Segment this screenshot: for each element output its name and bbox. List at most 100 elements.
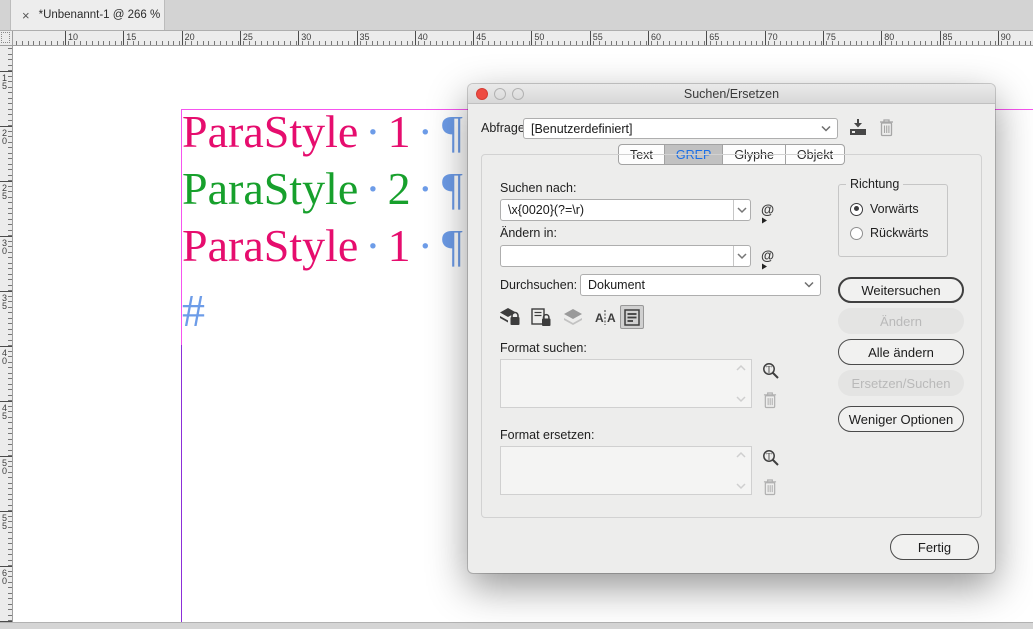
- scope-dropdown[interactable]: Dokument: [580, 274, 821, 296]
- specify-find-format-button[interactable]: T: [761, 361, 781, 381]
- paragraph-text: ParaStyle: [182, 220, 359, 271]
- paragraph-line-3[interactable]: ParaStyle · 1 · ¶: [182, 217, 463, 274]
- ruler-label: 60: [651, 32, 662, 42]
- hidden-layers-icon: [564, 309, 582, 325]
- vertical-ruler[interactable]: 15 20 25 30 35 40 45 50 55 60: [0, 46, 13, 629]
- flyout-triangle-icon: [762, 217, 767, 224]
- paragraph-line-1[interactable]: ParaStyle · 1 · ¶: [182, 103, 463, 160]
- ruler-label: 35: [359, 32, 370, 42]
- ruler-label: 10: [68, 32, 79, 42]
- format-find-label: Format suchen:: [500, 341, 587, 355]
- trash-icon: [880, 118, 893, 136]
- ruler-label: 25: [2, 183, 8, 201]
- ruler-label: 55: [2, 513, 8, 531]
- ruler-label: 45: [2, 403, 8, 421]
- format-change-box[interactable]: [500, 446, 752, 495]
- find-special-chars-button[interactable]: @: [761, 202, 774, 224]
- include-locked-stories-toggle[interactable]: [529, 305, 553, 329]
- close-tab-icon[interactable]: ×: [22, 9, 30, 22]
- ruler-label: 20: [2, 128, 8, 146]
- include-hidden-layers-toggle[interactable]: [561, 305, 585, 329]
- fewer-options-button[interactable]: Weniger Optionen: [838, 406, 964, 432]
- ruler-label: 25: [242, 32, 253, 42]
- scope-value: Dokument: [588, 278, 645, 292]
- format-magnifier-icon: T: [763, 450, 779, 466]
- ruler-label: 35: [2, 293, 8, 311]
- query-dropdown[interactable]: [Benutzerdefiniert]: [523, 118, 838, 139]
- document-tab-bar: × *Unbenannt-1 @ 266 %: [0, 0, 1033, 31]
- save-query-button[interactable]: [847, 117, 869, 137]
- change-button: Ändern: [838, 308, 964, 334]
- change-history-button[interactable]: [733, 246, 750, 266]
- direction-group: Richtung Vorwärts Rückwärts: [838, 177, 948, 257]
- space-marker: ·: [417, 220, 433, 271]
- paragraph-number: 1: [387, 106, 411, 157]
- pilcrow-marker: ¶: [441, 106, 463, 157]
- paragraph-number: 1: [387, 220, 411, 271]
- text-frame[interactable]: ParaStyle · 1 · ¶ ParaStyle · 2 · ¶ ParaStyle · 1 ·…: [182, 103, 463, 274]
- radio-selected-icon[interactable]: [850, 202, 863, 216]
- ruler-label: 70: [767, 32, 778, 42]
- paragraph-text: ParaStyle: [182, 163, 359, 214]
- svg-text:A: A: [607, 311, 616, 325]
- zoom-window-button[interactable]: [512, 88, 524, 100]
- direction-forward-label: Vorwärts: [870, 202, 919, 216]
- change-find-button: Ersetzen/Suchen: [838, 370, 964, 396]
- radio-unselected-icon[interactable]: [850, 226, 863, 240]
- change-special-chars-button[interactable]: @: [761, 248, 774, 270]
- space-marker: ·: [365, 106, 381, 157]
- query-label: Abfrage:: [481, 121, 529, 135]
- clear-change-format-button: [762, 477, 778, 497]
- pilcrow-marker: ¶: [441, 163, 463, 214]
- change-input[interactable]: [500, 245, 751, 267]
- include-footnotes-toggle[interactable]: [620, 305, 644, 329]
- chevron-down-icon: [736, 396, 746, 403]
- ruler-label: 30: [2, 238, 8, 256]
- find-history-button[interactable]: [733, 200, 750, 220]
- document-tab[interactable]: × *Unbenannt-1 @ 266 %: [10, 0, 165, 30]
- dialog-titlebar[interactable]: Suchen/Ersetzen: [468, 84, 995, 104]
- save-query-icon: [850, 118, 866, 135]
- include-master-pages-toggle[interactable]: A A: [593, 305, 617, 329]
- ruler-origin-icon: [1, 32, 10, 43]
- at-symbol: @: [761, 248, 775, 263]
- chevron-down-icon: [737, 252, 747, 259]
- direction-backward-label: Rückwärts: [870, 226, 929, 240]
- paragraph-text: ParaStyle: [182, 106, 359, 157]
- paragraph-line-2[interactable]: ParaStyle · 2 · ¶: [182, 160, 463, 217]
- find-input[interactable]: \x{0020}(?=\r): [500, 199, 751, 221]
- ruler-origin-corner[interactable]: [0, 31, 13, 46]
- footnotes-icon: [624, 308, 640, 326]
- ruler-label: 40: [417, 32, 428, 42]
- format-change-label: Format ersetzen:: [500, 428, 595, 442]
- format-find-box[interactable]: [500, 359, 752, 408]
- chevron-down-icon: [804, 281, 814, 289]
- ruler-label: 80: [884, 32, 895, 42]
- ruler-label: 90: [1000, 32, 1011, 42]
- space-marker: ·: [365, 220, 381, 271]
- left-column-guide: [181, 345, 182, 622]
- direction-forward-option[interactable]: Vorwärts: [850, 202, 919, 216]
- minimize-window-button[interactable]: [494, 88, 506, 100]
- change-label: Ändern in:: [500, 226, 557, 240]
- trash-icon: [763, 479, 777, 496]
- horizontal-ruler[interactable]: 10 15 20 25 30 35 40 45 50 55 60 65 70 75 80 85 90: [13, 31, 1033, 46]
- ruler-label: 15: [126, 32, 137, 42]
- find-next-button[interactable]: Weitersuchen: [838, 277, 964, 303]
- ruler-label: 40: [2, 348, 8, 366]
- find-label: Suchen nach:: [500, 181, 577, 195]
- chevron-down-icon: [821, 125, 831, 132]
- format-magnifier-icon: T: [763, 363, 779, 379]
- space-marker: ·: [417, 106, 433, 157]
- include-locked-layers-toggle[interactable]: [498, 305, 522, 329]
- space-marker: ·: [417, 163, 433, 214]
- ruler-label: 30: [301, 32, 312, 42]
- direction-backward-option[interactable]: Rückwärts: [850, 226, 928, 240]
- change-all-button[interactable]: Alle ändern: [838, 339, 964, 365]
- close-window-button[interactable]: [476, 88, 488, 100]
- done-button[interactable]: Fertig: [890, 534, 979, 560]
- find-value: \x{0020}(?=\r): [508, 203, 585, 217]
- at-symbol: @: [761, 202, 775, 217]
- clear-find-format-button: [762, 390, 778, 410]
- specify-change-format-button[interactable]: T: [761, 448, 781, 468]
